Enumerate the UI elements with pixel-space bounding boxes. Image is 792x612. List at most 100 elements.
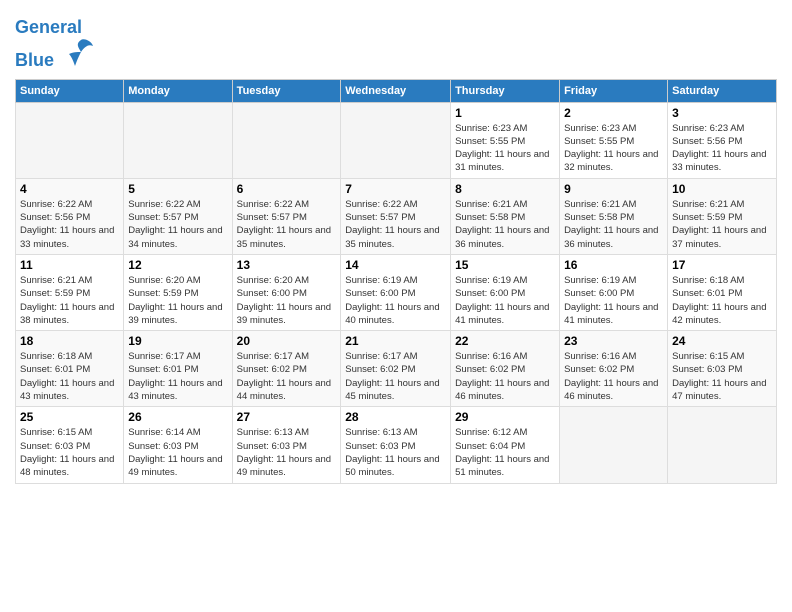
col-header-friday: Friday	[560, 79, 668, 102]
day-number: 6	[237, 182, 337, 196]
day-number: 29	[455, 410, 555, 424]
day-info: Sunrise: 6:21 AM Sunset: 5:59 PM Dayligh…	[672, 198, 772, 251]
day-number: 19	[128, 334, 227, 348]
day-number: 15	[455, 258, 555, 272]
calendar-cell: 29 Sunrise: 6:12 AM Sunset: 6:04 PM Dayli…	[451, 407, 560, 483]
logo: General Blue	[15, 18, 93, 71]
col-header-thursday: Thursday	[451, 79, 560, 102]
day-number: 14	[345, 258, 446, 272]
day-info: Sunrise: 6:23 AM Sunset: 5:56 PM Dayligh…	[672, 122, 772, 175]
day-info: Sunrise: 6:17 AM Sunset: 6:02 PM Dayligh…	[345, 350, 446, 403]
day-info: Sunrise: 6:16 AM Sunset: 6:02 PM Dayligh…	[564, 350, 663, 403]
col-header-tuesday: Tuesday	[232, 79, 341, 102]
day-number: 1	[455, 106, 555, 120]
day-number: 16	[564, 258, 663, 272]
calendar-cell: 23 Sunrise: 6:16 AM Sunset: 6:02 PM Dayli…	[560, 331, 668, 407]
day-info: Sunrise: 6:22 AM Sunset: 5:57 PM Dayligh…	[128, 198, 227, 251]
calendar-cell: 15 Sunrise: 6:19 AM Sunset: 6:00 PM Dayli…	[451, 254, 560, 330]
day-info: Sunrise: 6:17 AM Sunset: 6:02 PM Dayligh…	[237, 350, 337, 403]
day-number: 17	[672, 258, 772, 272]
day-number: 5	[128, 182, 227, 196]
day-info: Sunrise: 6:22 AM Sunset: 5:56 PM Dayligh…	[20, 198, 119, 251]
calendar-cell	[668, 407, 777, 483]
calendar-cell: 1Sunrise: 6:23 AM Sunset: 5:55 PM Daylig…	[451, 102, 560, 178]
day-number: 20	[237, 334, 337, 348]
calendar-cell: 16Sunrise: 6:19 AM Sunset: 6:00 PM Dayli…	[560, 254, 668, 330]
calendar-week-row: 18Sunrise: 6:18 AM Sunset: 6:01 PM Dayli…	[16, 331, 777, 407]
day-info: Sunrise: 6:16 AM Sunset: 6:02 PM Dayligh…	[455, 350, 555, 403]
calendar-cell	[560, 407, 668, 483]
calendar-table: SundayMondayTuesdayWednesdayThursdayFrid…	[15, 79, 777, 484]
calendar-cell	[232, 102, 341, 178]
day-number: 7	[345, 182, 446, 196]
calendar-cell: 25Sunrise: 6:15 AM Sunset: 6:03 PM Dayli…	[16, 407, 124, 483]
calendar-cell: 6 Sunrise: 6:22 AM Sunset: 5:57 PM Daylig…	[232, 178, 341, 254]
day-info: Sunrise: 6:17 AM Sunset: 6:01 PM Dayligh…	[128, 350, 227, 403]
calendar-cell: 21 Sunrise: 6:17 AM Sunset: 6:02 PM Dayli…	[341, 331, 451, 407]
day-number: 25	[20, 410, 119, 424]
calendar-cell: 26 Sunrise: 6:14 AM Sunset: 6:03 PM Dayli…	[124, 407, 232, 483]
calendar-cell: 10 Sunrise: 6:21 AM Sunset: 5:59 PM Dayli…	[668, 178, 777, 254]
calendar-cell: 7 Sunrise: 6:22 AM Sunset: 5:57 PM Daylig…	[341, 178, 451, 254]
day-number: 13	[237, 258, 337, 272]
calendar-cell: 24Sunrise: 6:15 AM Sunset: 6:03 PM Dayli…	[668, 331, 777, 407]
calendar-cell	[341, 102, 451, 178]
day-number: 9	[564, 182, 663, 196]
calendar-cell: 27 Sunrise: 6:13 AM Sunset: 6:03 PM Dayli…	[232, 407, 341, 483]
col-header-monday: Monday	[124, 79, 232, 102]
calendar-week-row: 4 Sunrise: 6:22 AM Sunset: 5:56 PM Daylig…	[16, 178, 777, 254]
day-info: Sunrise: 6:15 AM Sunset: 6:03 PM Dayligh…	[672, 350, 772, 403]
calendar-cell: 14 Sunrise: 6:19 AM Sunset: 6:00 PM Dayli…	[341, 254, 451, 330]
calendar-cell: 11 Sunrise: 6:21 AM Sunset: 5:59 PM Dayli…	[16, 254, 124, 330]
day-number: 23	[564, 334, 663, 348]
day-info: Sunrise: 6:20 AM Sunset: 5:59 PM Dayligh…	[128, 274, 227, 327]
calendar-week-row: 1 Sunrise: 6:23 AM Sunset: 5:55 PM Daylig…	[16, 102, 777, 178]
col-header-wednesday: Wednesday	[341, 79, 451, 102]
calendar-cell: 12 Sunrise: 6:20 AM Sunset: 5:59 PM Dayli…	[124, 254, 232, 330]
day-info: Sunrise: 6:20 AM Sunset: 6:00 PM Dayligh…	[237, 274, 337, 327]
calendar-cell: 4 Sunrise: 6:22 AM Sunset: 5:56 PM Daylig…	[16, 178, 124, 254]
day-number: 18	[20, 334, 119, 348]
day-number: 28	[345, 410, 446, 424]
day-number: 12	[128, 258, 227, 272]
day-info: Sunrise: 6:14 AM Sunset: 6:03 PM Dayligh…	[128, 426, 227, 479]
day-info: Sunrise: 6:21 AM Sunset: 5:58 PM Dayligh…	[564, 198, 663, 251]
calendar-week-row: 25Sunrise: 6:15 AM Sunset: 6:03 PM Dayli…	[16, 407, 777, 483]
calendar-cell	[124, 102, 232, 178]
calendar-cell: 18Sunrise: 6:18 AM Sunset: 6:01 PM Dayli…	[16, 331, 124, 407]
calendar-cell: 19 Sunrise: 6:17 AM Sunset: 6:01 PM Dayli…	[124, 331, 232, 407]
calendar-cell: 17 Sunrise: 6:18 AM Sunset: 6:01 PM Dayli…	[668, 254, 777, 330]
calendar-cell: 3Sunrise: 6:23 AM Sunset: 5:56 PM Daylig…	[668, 102, 777, 178]
col-header-sunday: Sunday	[16, 79, 124, 102]
day-info: Sunrise: 6:21 AM Sunset: 5:59 PM Dayligh…	[20, 274, 119, 327]
day-info: Sunrise: 6:12 AM Sunset: 6:04 PM Dayligh…	[455, 426, 555, 479]
day-number: 22	[455, 334, 555, 348]
day-number: 4	[20, 182, 119, 196]
logo-general: General	[15, 17, 82, 37]
day-info: Sunrise: 6:18 AM Sunset: 6:01 PM Dayligh…	[672, 274, 772, 327]
calendar-header-row: SundayMondayTuesdayWednesdayThursdayFrid…	[16, 79, 777, 102]
day-info: Sunrise: 6:13 AM Sunset: 6:03 PM Dayligh…	[237, 426, 337, 479]
calendar-cell: 28 Sunrise: 6:13 AM Sunset: 6:03 PM Dayli…	[341, 407, 451, 483]
day-info: Sunrise: 6:13 AM Sunset: 6:03 PM Dayligh…	[345, 426, 446, 479]
day-info: Sunrise: 6:21 AM Sunset: 5:58 PM Dayligh…	[455, 198, 555, 251]
day-number: 10	[672, 182, 772, 196]
day-number: 27	[237, 410, 337, 424]
logo-bird-icon	[61, 38, 93, 66]
day-info: Sunrise: 6:22 AM Sunset: 5:57 PM Dayligh…	[237, 198, 337, 251]
day-number: 2	[564, 106, 663, 120]
calendar-cell: 5 Sunrise: 6:22 AM Sunset: 5:57 PM Daylig…	[124, 178, 232, 254]
day-info: Sunrise: 6:22 AM Sunset: 5:57 PM Dayligh…	[345, 198, 446, 251]
day-info: Sunrise: 6:23 AM Sunset: 5:55 PM Dayligh…	[564, 122, 663, 175]
calendar-cell: 20 Sunrise: 6:17 AM Sunset: 6:02 PM Dayli…	[232, 331, 341, 407]
day-number: 11	[20, 258, 119, 272]
calendar-cell: 9 Sunrise: 6:21 AM Sunset: 5:58 PM Daylig…	[560, 178, 668, 254]
logo-blue: Blue	[15, 50, 54, 70]
day-number: 26	[128, 410, 227, 424]
calendar-cell: 22 Sunrise: 6:16 AM Sunset: 6:02 PM Dayli…	[451, 331, 560, 407]
calendar-cell	[16, 102, 124, 178]
calendar-cell: 2 Sunrise: 6:23 AM Sunset: 5:55 PM Daylig…	[560, 102, 668, 178]
day-info: Sunrise: 6:19 AM Sunset: 6:00 PM Dayligh…	[455, 274, 555, 327]
day-info: Sunrise: 6:19 AM Sunset: 6:00 PM Dayligh…	[345, 274, 446, 327]
day-number: 21	[345, 334, 446, 348]
